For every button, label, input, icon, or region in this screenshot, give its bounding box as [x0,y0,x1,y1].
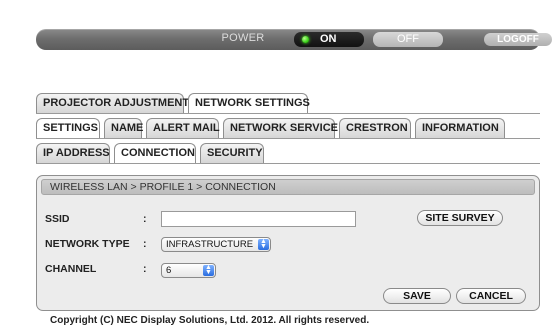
updown-arrows-icon: ▲ ▼ [258,238,269,250]
channel-label: CHANNEL [45,263,97,275]
power-on-button[interactable]: ON [294,32,364,47]
network-settings-tab-bar: SETTINGS NAME ALERT MAIL NETWORK SERVICE… [36,118,505,138]
tab-settings[interactable]: SETTINGS [36,118,100,138]
main-tab-bar: PROJECTOR ADJUSTMENT NETWORK SETTINGS [36,93,310,113]
network-type-label: NETWORK TYPE [45,238,130,250]
breadcrumb: WIRELESS LAN > PROFILE 1 > CONNECTION [41,179,535,195]
save-button[interactable]: SAVE [383,288,451,304]
power-led-icon [302,36,309,43]
tab-alert-mail[interactable]: ALERT MAIL [146,118,220,138]
ssid-label: SSID [45,213,70,225]
tab-connection[interactable]: CONNECTION [114,143,196,163]
logoff-button[interactable]: LOGOFF [484,33,552,46]
tab-name[interactable]: NAME [104,118,143,138]
channel-value: 6 [166,265,172,276]
copyright-text: Copyright (C) NEC Display Solutions, Ltd… [50,315,370,326]
tab-network-settings[interactable]: NETWORK SETTINGS [188,93,310,113]
tab-projector-adjustment[interactable]: PROJECTOR ADJUSTMENT [36,93,189,113]
power-bar: POWER ON OFF LOGOFF [36,29,552,50]
tab-divider [36,138,540,139]
updown-arrows-icon: ▲ ▼ [203,264,214,276]
network-type-value: INFRASTRUCTURE [166,239,254,250]
channel-colon: : [143,263,147,275]
ssid-colon: : [143,213,147,225]
tab-information[interactable]: INFORMATION [415,118,505,138]
tab-crestron[interactable]: CRESTRON [339,118,411,138]
cancel-button[interactable]: CANCEL [456,288,526,304]
tab-security[interactable]: SECURITY [200,143,264,163]
channel-select[interactable]: 6 ▲ ▼ [161,263,216,278]
settings-subtab-bar: IP ADDRESS CONNECTION SECURITY [36,143,264,163]
network-type-select[interactable]: INFRASTRUCTURE ▲ ▼ [161,237,271,252]
tab-network-service[interactable]: NETWORK SERVICE [223,118,338,138]
power-label: POWER [221,32,265,44]
power-off-button[interactable]: OFF [373,32,443,47]
tab-divider [36,113,540,114]
network-type-colon: : [143,238,147,250]
connection-panel: WIRELESS LAN > PROFILE 1 > CONNECTION SS… [36,175,540,311]
site-survey-button[interactable]: SITE SURVEY [417,210,503,226]
tab-divider [36,163,540,164]
tab-ip-address[interactable]: IP ADDRESS [36,143,110,163]
ssid-input[interactable] [161,211,356,227]
power-on-label: ON [320,33,337,45]
